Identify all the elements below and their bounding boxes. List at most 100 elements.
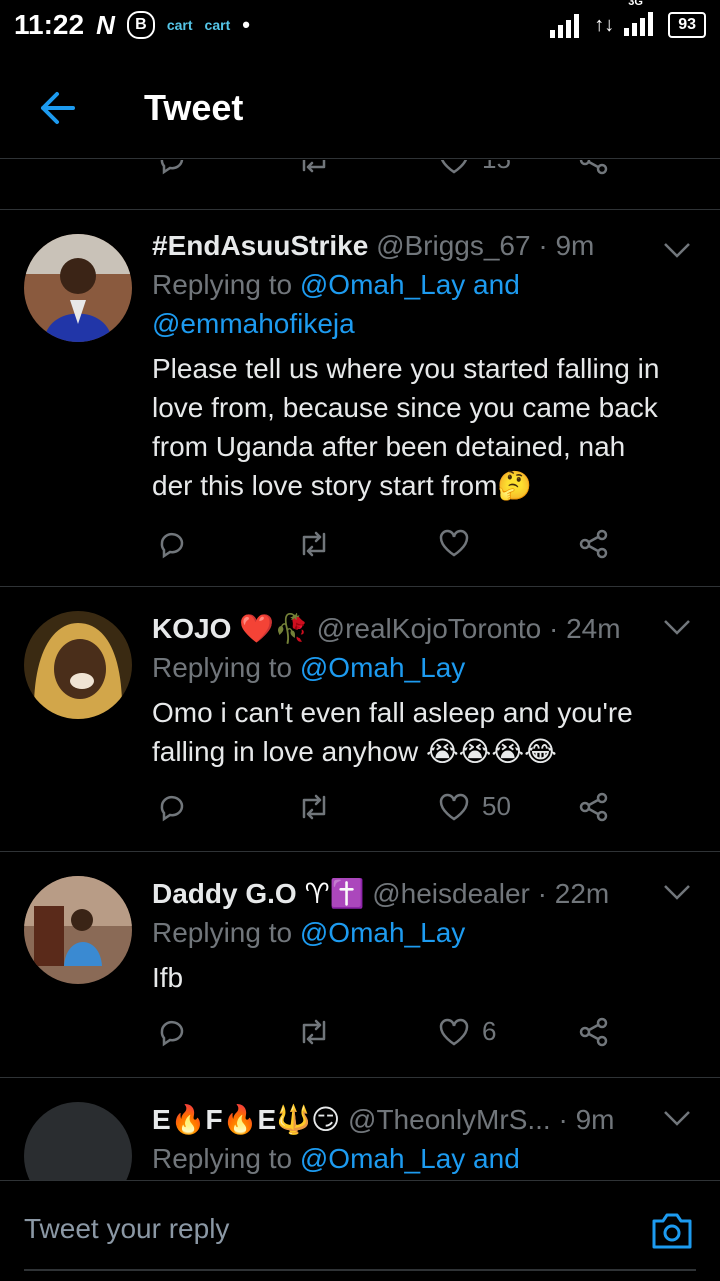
avatar[interactable] [24, 611, 132, 719]
heart-icon [439, 529, 469, 557]
battery-level: 93 [678, 16, 696, 33]
tweet-header: Daddy G.O ♈✝️ @heisdealer · 22m [152, 874, 696, 913]
retweet-button[interactable] [297, 1016, 331, 1048]
avatar[interactable] [24, 876, 132, 984]
tweet-item[interactable]: KOJO ❤️🥀 @realKojoToronto · 24m Replying… [0, 587, 720, 851]
battery-indicator: 93 [668, 12, 706, 38]
tweet-time: · 9m [538, 230, 595, 261]
display-name[interactable]: KOJO [152, 613, 231, 644]
share-button[interactable] [578, 160, 610, 176]
name-emoji: ♈✝️ [304, 878, 365, 909]
mention-link[interactable]: @Omah_Lay and [300, 269, 520, 300]
retweet-button[interactable] [297, 528, 331, 560]
tweet-item[interactable]: E🔥F🔥E🔱😏 @TheonlyMrS... · 9m Replying to … [0, 1078, 720, 1180]
replying-to: Replying to @Omah_Lay and [152, 1139, 696, 1178]
user-handle[interactable]: @realKojoToronto [317, 613, 542, 644]
replying-prefix: Replying to [152, 652, 293, 683]
reply-icon [160, 795, 184, 822]
tweet-text-line: Please tell us where you started falling… [152, 353, 660, 384]
user-handle[interactable]: @heisdealer [372, 878, 530, 909]
retweet-button[interactable] [297, 791, 331, 823]
tweet-item[interactable]: #EndAsuuStrike @Briggs_67 · 9m Replying … [0, 210, 720, 586]
reply-button[interactable] [156, 1016, 188, 1048]
tweet-header: KOJO ❤️🥀 @realKojoToronto · 24m [152, 609, 696, 648]
avatar-image [24, 234, 132, 342]
display-name[interactable]: E🔥F🔥E🔱😏 [152, 1104, 340, 1135]
tweet-item[interactable]: Daddy G.O ♈✝️ @heisdealer · 22m Replying… [0, 852, 720, 1076]
tweet-actions [152, 528, 622, 572]
heart-icon [439, 793, 469, 820]
reply-button[interactable] [156, 160, 188, 176]
tweet-actions: 6 [152, 1016, 622, 1060]
share-button[interactable] [578, 528, 610, 560]
signal-icon [624, 11, 654, 36]
chevron-down-icon[interactable] [662, 617, 692, 637]
mention-link[interactable]: @Omah_Lay [300, 917, 465, 948]
cart-icon: cart [204, 17, 231, 33]
avatar[interactable] [24, 234, 132, 342]
cart-icon: cart [166, 17, 193, 33]
retweet-icon [302, 1019, 326, 1045]
reply-button[interactable] [156, 528, 188, 560]
mention-link[interactable]: @emmahofikeja [152, 304, 696, 343]
chevron-down-icon[interactable] [662, 1108, 692, 1128]
reply-button[interactable] [156, 791, 188, 823]
tweet-header: E🔥F🔥E🔱😏 @TheonlyMrS... · 9m [152, 1100, 696, 1139]
tweet-text-line: Ifb [152, 962, 184, 993]
like-button[interactable]: 50 [438, 791, 511, 822]
replying-prefix: Replying to [152, 1143, 293, 1174]
retweet-button[interactable] [297, 160, 331, 176]
status-time: 11:22 [14, 9, 85, 40]
b-icon: B [126, 11, 155, 39]
arrow-left-icon [41, 92, 75, 124]
network-type-label: 3G [628, 0, 643, 8]
tweet-actions: 50 [152, 791, 622, 835]
tweet-text-line: falling in love anyhow 😭😭😭😂 [152, 736, 557, 767]
replying-to: Replying to @Omah_Lay and [152, 265, 696, 304]
reply-icon [160, 160, 184, 175]
name-emoji: ❤️🥀 [239, 613, 309, 644]
share-icon [579, 792, 608, 822]
user-handle[interactable]: @TheonlyMrS... [348, 1104, 551, 1135]
replying-prefix: Replying to [152, 269, 293, 300]
chevron-down-icon[interactable] [662, 240, 692, 260]
user-handle[interactable]: @Briggs_67 [376, 230, 531, 261]
retweet-icon [302, 160, 326, 173]
like-count: 15 [482, 160, 511, 175]
avatar-image [24, 611, 132, 719]
display-name[interactable]: #EndAsuuStrike [152, 230, 368, 261]
back-button[interactable] [28, 78, 88, 138]
camera-icon[interactable] [650, 1211, 694, 1251]
tweet-text-line: from Uganda after been detained, nah [152, 431, 626, 462]
top-app-bar: Tweet [0, 58, 720, 158]
mention-link[interactable]: @Omah_Lay and [300, 1143, 520, 1174]
heart-icon [441, 160, 467, 173]
chevron-down-icon[interactable] [662, 882, 692, 902]
retweet-icon [302, 794, 326, 820]
share-button[interactable] [578, 791, 610, 823]
tweet-time: · 22m [537, 878, 610, 909]
heart-icon [439, 1018, 469, 1045]
reply-input-underline [24, 1269, 696, 1271]
signal-icon [550, 14, 580, 38]
reply-composer: Tweet your reply [0, 1180, 720, 1281]
dot-icon: • [242, 12, 250, 37]
avatar-image [24, 876, 132, 984]
share-button[interactable] [578, 1016, 610, 1048]
like-button[interactable] [438, 528, 482, 558]
like-button[interactable]: 6 [438, 1016, 496, 1047]
retweet-icon [302, 531, 326, 557]
display-name[interactable]: Daddy G.O [152, 878, 297, 909]
reply-input[interactable]: Tweet your reply [24, 1213, 229, 1245]
like-button[interactable]: 15 [438, 160, 511, 175]
replying-to: Replying to @Omah_Lay [152, 648, 696, 687]
tweet-text: Please tell us where you started falling… [152, 349, 696, 505]
tweet-time: · 24m [548, 613, 621, 644]
mention-link[interactable]: @Omah_Lay [300, 652, 465, 683]
page-title: Tweet [144, 87, 244, 128]
header-divider [0, 158, 720, 159]
share-icon [579, 160, 608, 175]
avatar[interactable] [24, 1102, 132, 1180]
status-bar: 11:22 N B cart cart • ↑↓ 3G 93 [0, 0, 720, 50]
tweet-time: · 9m [558, 1104, 615, 1135]
